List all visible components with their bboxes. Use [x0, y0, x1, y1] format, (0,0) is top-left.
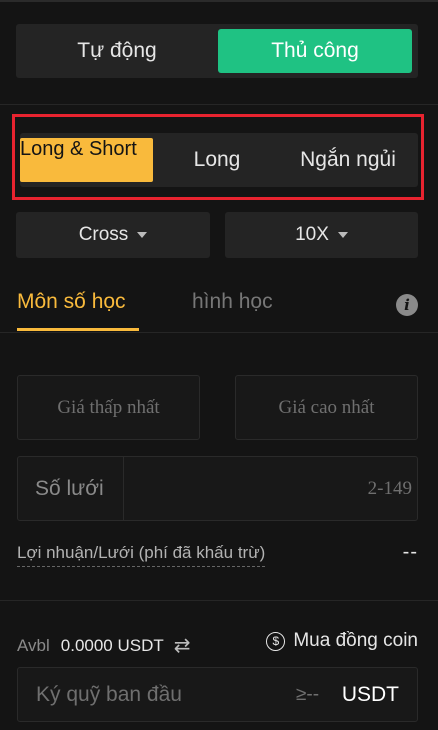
leverage-select[interactable]: 10X — [225, 212, 418, 258]
margin-min-hint: ≥-- — [296, 683, 320, 705]
grid-count-input[interactable] — [124, 457, 412, 520]
active-tab-underline — [17, 328, 139, 331]
leverage-value: 10X — [295, 224, 329, 245]
top-divider — [0, 0, 438, 2]
profit-per-grid-label[interactable]: Lợi nhuận/Lưới (phí đã khấu trừ) — [17, 543, 266, 567]
info-icon[interactable]: i — [396, 294, 418, 316]
dollar-icon: $ — [266, 631, 286, 651]
lowest-price-input[interactable] — [18, 376, 199, 439]
mode-switch: Tự động Thủ công — [16, 24, 418, 78]
margin-mode-value: Cross — [78, 224, 129, 245]
grid-count-input-wrap — [124, 457, 412, 520]
tab-auto[interactable]: Tự động — [20, 29, 214, 73]
highlight-box — [12, 114, 424, 200]
swap-icon[interactable]: ⇄ — [174, 633, 191, 658]
buy-coin-button[interactable]: $ Mua đồng coin — [266, 630, 418, 652]
buy-coin-label: Mua đồng coin — [293, 630, 418, 651]
profit-per-grid-value: -- — [402, 541, 418, 563]
chevron-down-icon — [337, 232, 348, 238]
tab-manual[interactable]: Thủ công — [218, 29, 412, 73]
available-balance: Avbl 0.0000 USDT ⇄ — [17, 633, 191, 658]
tab-geometric[interactable]: hình học — [192, 290, 273, 314]
section-divider — [0, 332, 438, 333]
section-divider — [0, 104, 438, 105]
initial-margin-input-wrap — [18, 668, 288, 721]
available-value: 0.0000 USDT — [60, 635, 164, 655]
margin-unit: USDT — [341, 682, 399, 706]
tab-arithmetic[interactable]: Môn số học — [17, 290, 126, 314]
available-label: Avbl — [17, 635, 50, 655]
grid-count-field: Số lưới — [17, 456, 418, 521]
highest-price-field — [235, 375, 418, 440]
chevron-down-icon — [137, 232, 148, 238]
margin-mode-select[interactable]: Cross — [16, 212, 210, 258]
initial-margin-field: ≥-- USDT — [17, 667, 418, 722]
lowest-price-field — [17, 375, 200, 440]
section-divider — [0, 600, 438, 601]
initial-margin-input[interactable] — [18, 668, 288, 721]
grid-count-label: Số lưới — [35, 476, 104, 500]
highest-price-input[interactable] — [236, 376, 417, 439]
